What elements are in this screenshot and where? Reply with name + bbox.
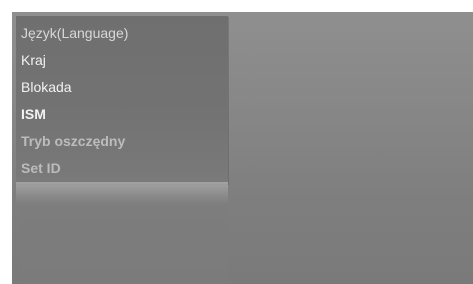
menu-item-power-saving[interactable]: Tryb oszczędny bbox=[16, 128, 228, 155]
menu-item-set-id[interactable]: Set ID bbox=[16, 155, 228, 182]
menu-item-ism[interactable]: ISM bbox=[16, 101, 228, 128]
options-menu-panel: Język(Language) Kraj Blokada ISM Tryb os… bbox=[16, 16, 228, 184]
menu-item-language[interactable]: Język(Language) bbox=[16, 20, 228, 47]
menu-item-country[interactable]: Kraj bbox=[16, 47, 228, 74]
menu-highlight-glow bbox=[16, 182, 228, 204]
submenu-panel bbox=[20, 206, 228, 284]
menu-item-lock[interactable]: Blokada bbox=[16, 74, 228, 101]
screen: Język(Language) Kraj Blokada ISM Tryb os… bbox=[0, 0, 473, 284]
tv-display: Język(Language) Kraj Blokada ISM Tryb os… bbox=[12, 12, 473, 284]
options-menu-list: Język(Language) Kraj Blokada ISM Tryb os… bbox=[16, 20, 228, 182]
